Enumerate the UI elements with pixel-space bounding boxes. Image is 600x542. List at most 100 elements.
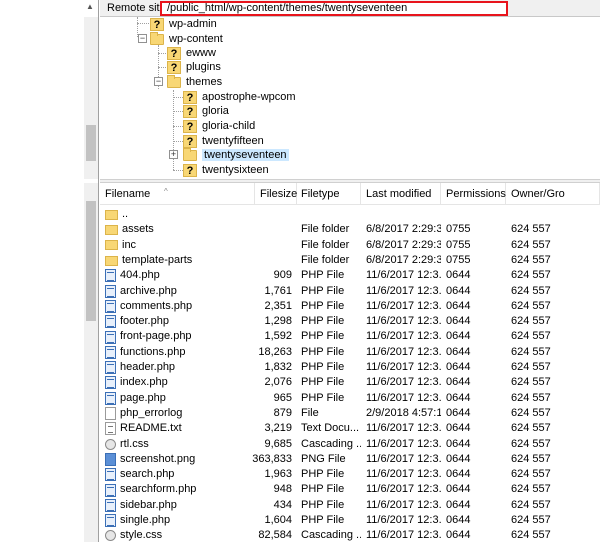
file-type: PHP File: [301, 391, 345, 404]
file-owner: [511, 207, 591, 222]
column-permissions-label: Permissions: [446, 188, 506, 200]
column-filesize[interactable]: Filesize: [255, 183, 297, 205]
file-name-cell: ..: [105, 207, 255, 222]
file-permissions: 0644: [446, 483, 471, 496]
php-file-icon: [105, 269, 116, 283]
file-name: rtl.css: [120, 437, 149, 450]
file-row[interactable]: front-page.php 1,592 PHP File 11/6/2017 12:…: [100, 329, 600, 344]
file-row[interactable]: footer.php 1,298 PHP File 11/6/2017 12:3...…: [100, 314, 600, 329]
file-name-cell: assets: [105, 222, 255, 237]
expand-icon[interactable]: +: [169, 150, 178, 159]
tree-item-label: twentyfifteen: [202, 135, 264, 147]
file-row[interactable]: assets File folder 6/8/2017 2:29:3... 0755 6…: [100, 222, 600, 237]
tree-item-label: themes: [186, 76, 223, 88]
file-owner: 624 557: [511, 422, 551, 435]
file-type: PHP File: [301, 468, 345, 481]
file-row[interactable]: sidebar.php 434 PHP File 11/6/2017 12:3... 0…: [100, 498, 600, 513]
file-size: [250, 253, 292, 268]
file-permissions: 0644: [446, 376, 471, 389]
file-modified: 11/6/2017 12:3...: [366, 422, 441, 435]
file-name-cell: functions.php: [105, 345, 255, 360]
file-owner: 624 557: [511, 483, 551, 496]
file-name: single.php: [120, 514, 171, 526]
tree-item-ewww[interactable]: ? ewww: [167, 46, 216, 61]
tree-item-themes[interactable]: themes: [167, 75, 222, 90]
file-name-cell: screenshot.png: [105, 452, 255, 467]
file-size: 879: [273, 406, 292, 419]
file-row[interactable]: template-parts File folder 6/8/2017 2:29:3…: [100, 253, 600, 268]
file-type: PHP File: [301, 498, 345, 511]
file-size: 1,604: [264, 514, 292, 526]
file-size: 909: [273, 269, 292, 282]
file-type: PHP File: [301, 315, 345, 328]
tree-item-wp-admin[interactable]: ? wp-admin: [150, 17, 217, 32]
file-owner: 624 557: [511, 284, 551, 297]
file-row[interactable]: php_errorlog 879 File 2/9/2018 4:57:1... 064…: [100, 406, 600, 421]
tree-item-wp-content[interactable]: wp-content: [150, 32, 223, 47]
folder-icon: [150, 32, 164, 45]
file-row[interactable]: inc File folder 6/8/2017 2:29:3... 0755 624 …: [100, 238, 600, 253]
file-owner: 624 557: [511, 269, 551, 282]
file-row[interactable]: archive.php 1,761 PHP File 11/6/2017 12:3..…: [100, 284, 600, 299]
tree-item-twentyfifteen[interactable]: ? twentyfifteen: [183, 134, 264, 149]
column-permissions[interactable]: Permissions: [441, 183, 506, 205]
file-type: PHP File: [301, 330, 345, 343]
file-modified: 11/6/2017 12:3...: [366, 345, 441, 358]
file-owner: 624 557: [511, 498, 551, 511]
file-row[interactable]: rtl.css 9,685 Cascading ... 11/6/2017 12:3.…: [100, 437, 600, 452]
tree-item-plugins[interactable]: ? plugins: [167, 60, 221, 75]
scrollbar-thumb[interactable]: [86, 125, 96, 161]
tree-item-twentysixteen[interactable]: ? twentysixteen: [183, 163, 269, 178]
file-row[interactable]: comments.php 2,351 PHP File 11/6/2017 12:3.…: [100, 299, 600, 314]
file-name: inc: [122, 238, 137, 251]
file-name-cell: front-page.php: [105, 329, 255, 344]
column-owner-group[interactable]: Owner/Gro: [506, 183, 600, 205]
file-row[interactable]: header.php 1,832 PHP File 11/6/2017 12:3...…: [100, 360, 600, 375]
tree-item-twentyseventeen[interactable]: twentyseventeen: [183, 148, 289, 163]
local-list-scrollbar[interactable]: [84, 183, 98, 542]
file-name: 404.php: [120, 269, 160, 282]
column-filename[interactable]: Filename ^: [100, 183, 255, 205]
collapse-icon[interactable]: −: [138, 34, 147, 43]
file-row[interactable]: screenshot.png 363,833 PNG File 11/6/2017 1…: [100, 452, 600, 467]
file-size: 1,761: [264, 284, 292, 297]
column-filetype[interactable]: Filetype: [296, 183, 361, 205]
file-name-cell: header.php: [105, 360, 255, 375]
file-type: PHP File: [301, 299, 345, 312]
file-row[interactable]: style.css 82,584 Cascading ... 11/6/2017 12…: [100, 528, 600, 542]
file-row[interactable]: search.php 1,963 PHP File 11/6/2017 12:3...…: [100, 467, 600, 482]
tree-item-gloria[interactable]: ? gloria: [183, 104, 229, 119]
tree-scrollbar[interactable]: [84, 17, 98, 179]
file-owner: 624 557: [511, 452, 551, 465]
file-name-cell: 404.php: [105, 268, 255, 283]
file-row[interactable]: index.php 2,076 PHP File 11/6/2017 12:3... 0…: [100, 375, 600, 390]
file-row[interactable]: README.txt 3,219 Text Docu... 11/6/2017 12:…: [100, 421, 600, 436]
remote-path-input[interactable]: /public_html/wp-content/themes/twentysev…: [160, 1, 508, 16]
scrollbar-thumb[interactable]: [86, 201, 96, 321]
file-row[interactable]: functions.php 18,263 PHP File 11/6/2017 12:…: [100, 345, 600, 360]
column-last-modified[interactable]: Last modified: [361, 183, 441, 205]
php-file-icon: [105, 483, 116, 497]
tree-item-label: twentysixteen: [202, 164, 269, 176]
file-name: index.php: [120, 376, 168, 389]
file-row[interactable]: 404.php 909 PHP File 11/6/2017 12:3... 0644 6…: [100, 268, 600, 283]
tree-item-apostrophe-wpcom[interactable]: ? apostrophe-wpcom: [183, 90, 296, 105]
tree-item-gloria-child[interactable]: ? gloria-child: [183, 119, 255, 134]
file-owner: 624 557: [511, 514, 551, 526]
file-name: assets: [122, 223, 154, 236]
file-row[interactable]: searchform.php 948 PHP File 11/6/2017 12:3.…: [100, 482, 600, 497]
file-row[interactable]: ..: [100, 207, 600, 222]
question-folder-icon: ?: [183, 164, 197, 177]
remote-file-list: Filename ^ Filesize Filetype Last modifi…: [100, 183, 600, 542]
file-name: README.txt: [120, 422, 182, 435]
file-owner: 624 557: [511, 238, 551, 251]
file-name-cell: sidebar.php: [105, 498, 255, 513]
collapse-icon[interactable]: −: [154, 77, 163, 86]
scroll-up-icon[interactable]: ▲: [86, 2, 94, 11]
file-row[interactable]: page.php 965 PHP File 11/6/2017 12:3... 0644…: [100, 391, 600, 406]
file-permissions: 0644: [446, 284, 471, 297]
file-name: footer.php: [120, 315, 169, 328]
column-filetype-label: Filetype: [301, 188, 340, 200]
remote-directory-tree: − − + ? wp-admin wp-content ? ewww ? plugin…: [100, 17, 600, 179]
file-row[interactable]: single.php 1,604 PHP File 11/6/2017 12:3...…: [100, 513, 600, 528]
